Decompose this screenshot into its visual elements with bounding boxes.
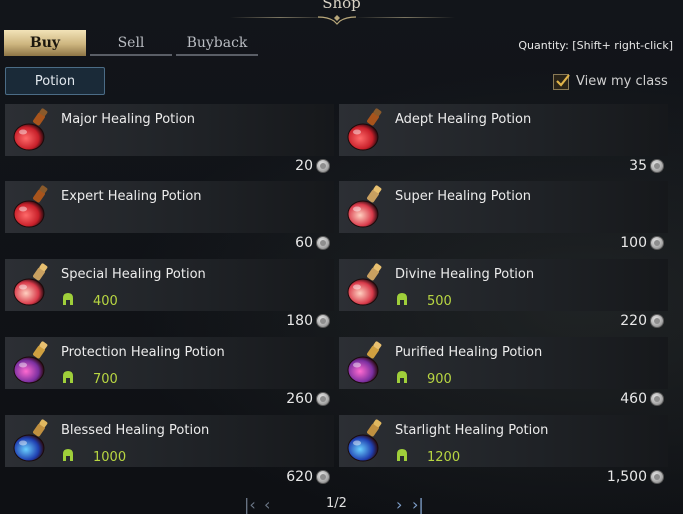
item-name: Starlight Healing Potion [395,423,549,438]
prev-page-icon[interactable]: ‹ [264,495,270,514]
item-price: 1,500 [607,469,664,485]
silver-coin-icon [650,236,664,250]
crest-icon [61,292,93,310]
crest-icon [395,448,427,466]
item-requirement: 1000 [61,448,126,466]
filter-potion-button[interactable]: Potion [5,67,105,95]
shop-item[interactable]: Protection Healing Potion 700 260 [5,337,334,407]
crest-icon [395,370,427,388]
purple-potion-icon [9,340,53,386]
silver-coin-icon [316,159,330,173]
shop-item[interactable]: Special Healing Potion 400 180 [5,259,334,329]
silver-coin-icon [316,314,330,328]
item-name: Divine Healing Potion [395,267,535,282]
silver-coin-icon [316,236,330,250]
item-price: 260 [286,391,330,407]
item-requirement: 500 [395,292,452,310]
blue-potion-icon [9,418,53,464]
tab-buyback[interactable]: Buyback [176,30,258,56]
item-name: Blessed Healing Potion [61,423,210,438]
purple-potion-icon [343,340,387,386]
shop-item[interactable]: Adept Healing Potion 35 [339,104,668,174]
red-potion-icon [343,107,387,153]
silver-coin-icon [650,314,664,328]
tab-buy[interactable]: Buy [4,30,86,56]
silver-coin-icon [316,470,330,484]
shop-item[interactable]: Major Healing Potion 20 [5,104,334,174]
shop-item[interactable]: Divine Healing Potion 500 220 [339,259,668,329]
item-price: 35 [629,158,664,174]
page-indicator: 1/2 [326,496,347,511]
item-price: 620 [286,469,330,485]
item-name: Purified Healing Potion [395,345,543,360]
red-potion-icon [9,107,53,153]
shop-item[interactable]: Super Healing Potion 100 [339,181,668,251]
item-price: 20 [295,158,330,174]
first-page-icon[interactable]: |‹ [244,495,256,514]
price-value: 100 [620,235,647,251]
requirement-value: 1000 [93,449,127,465]
pink-potion-icon [343,184,387,230]
price-value: 460 [620,391,647,407]
title-ornament-icon [317,15,357,25]
requirement-value: 500 [427,293,452,309]
shop-item[interactable]: Starlight Healing Potion 1200 1,500 [339,415,668,485]
title-bar: Shop [0,0,683,26]
item-name: Adept Healing Potion [395,112,532,127]
view-my-class-checkbox[interactable] [553,74,570,90]
item-requirement: 1200 [395,448,460,466]
item-name: Protection Healing Potion [61,345,225,360]
price-value: 1,500 [606,469,647,485]
price-value: 220 [620,313,647,329]
checkmark-icon [556,74,570,87]
price-value: 260 [286,391,313,407]
crest-icon [61,448,93,466]
tab-sell[interactable]: Sell [90,30,172,56]
requirement-value: 1200 [427,449,461,465]
quantity-hint: Quantity: [Shift+ right-click] [518,39,673,52]
item-requirement: 900 [395,370,452,388]
item-name: Super Healing Potion [395,189,532,204]
shop-item[interactable]: Expert Healing Potion 60 [5,181,334,251]
price-value: 180 [286,313,313,329]
blue-potion-icon [343,418,387,464]
silver-coin-icon [650,392,664,406]
silver-coin-icon [650,159,664,173]
silver-coin-icon [316,392,330,406]
price-value: 60 [295,235,313,251]
item-price: 460 [620,391,664,407]
pagination: |‹ ‹ 1/2 › ›| [244,495,434,514]
item-name: Special Healing Potion [61,267,206,282]
requirement-value: 900 [427,371,452,387]
shop-item[interactable]: Purified Healing Potion 900 460 [339,337,668,407]
next-page-icon[interactable]: › [396,495,402,514]
item-requirement: 400 [61,292,118,310]
title-rule-right [355,17,455,18]
red-potion-icon [9,184,53,230]
item-price: 100 [620,235,664,251]
item-price: 220 [620,313,664,329]
pink-potion-icon [9,262,53,308]
requirement-value: 400 [93,293,118,309]
view-my-class-label: View my class [576,74,668,89]
requirement-value: 700 [93,371,118,387]
last-page-icon[interactable]: ›| [412,495,424,514]
crest-icon [61,370,93,388]
price-value: 20 [295,158,313,174]
item-name: Expert Healing Potion [61,189,202,204]
crest-icon [395,292,427,310]
item-name: Major Healing Potion [61,112,196,127]
item-price: 60 [295,235,330,251]
price-value: 620 [286,469,313,485]
item-requirement: 700 [61,370,118,388]
pink-potion-icon [343,262,387,308]
silver-coin-icon [650,470,664,484]
shop-item[interactable]: Blessed Healing Potion 1000 620 [5,415,334,485]
price-value: 35 [629,158,647,174]
item-price: 180 [286,313,330,329]
